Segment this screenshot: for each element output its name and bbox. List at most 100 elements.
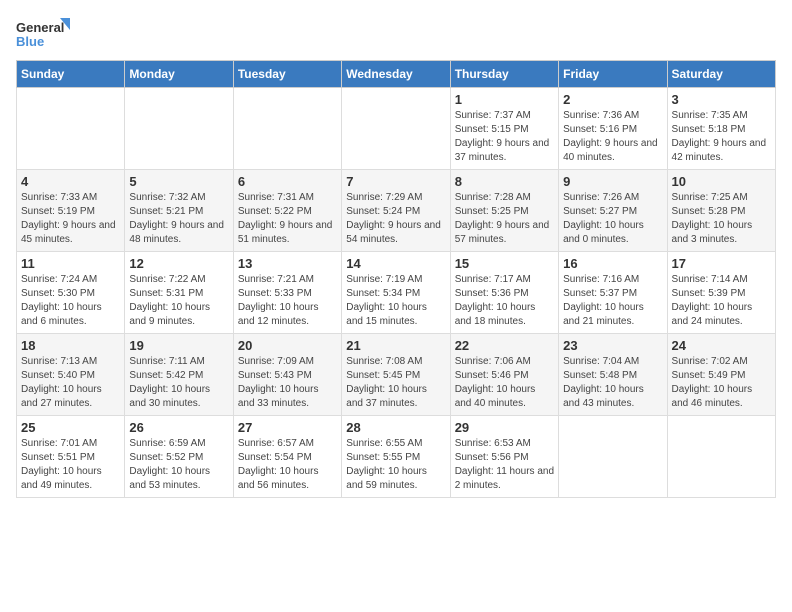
day-number: 3 bbox=[672, 92, 771, 107]
day-info: Sunrise: 6:55 AM Sunset: 5:55 PM Dayligh… bbox=[346, 437, 445, 493]
week-row-1: 1 Sunrise: 7:37 AM Sunset: 5:15 PM Daylig… bbox=[17, 88, 776, 170]
day-info: Sunrise: 7:08 AM Sunset: 5:45 PM Dayligh… bbox=[346, 355, 445, 411]
logo: General Blue bbox=[16, 16, 76, 52]
day-cell: 10Sunrise: 7:25 AM Sunset: 5:28 PM Dayli… bbox=[667, 170, 775, 252]
header-cell-tuesday: Tuesday bbox=[233, 61, 341, 88]
day-info: Sunrise: 7:24 AM Sunset: 5:30 PM Dayligh… bbox=[21, 273, 120, 329]
day-info: Sunrise: 7:13 AM Sunset: 5:40 PM Dayligh… bbox=[21, 355, 120, 411]
day-number: 24 bbox=[672, 338, 771, 353]
day-cell: 22 Sunrise: 7:06 AM Sunset: 5:46 PM Dayli… bbox=[450, 334, 558, 416]
day-info: Sunrise: 7:35 AM Sunset: 5:18 PM Dayligh… bbox=[672, 109, 771, 165]
day-cell: 1 Sunrise: 7:37 AM Sunset: 5:15 PM Daylig… bbox=[450, 88, 558, 170]
day-cell: 12 Sunrise: 7:22 AM Sunset: 5:31 PM Dayli… bbox=[125, 252, 233, 334]
day-info: Sunrise: 7:26 AM Sunset: 5:27 PM Dayligh… bbox=[563, 191, 662, 247]
day-info: Sunrise: 7:04 AM Sunset: 5:48 PM Dayligh… bbox=[563, 355, 662, 411]
day-cell: 21 Sunrise: 7:08 AM Sunset: 5:45 PM Dayli… bbox=[342, 334, 450, 416]
day-cell: 20 Sunrise: 7:09 AM Sunset: 5:43 PM Dayli… bbox=[233, 334, 341, 416]
day-cell bbox=[17, 88, 125, 170]
day-info: Sunrise: 7:14 AM Sunset: 5:39 PM Dayligh… bbox=[672, 273, 771, 329]
day-cell: 7 Sunrise: 7:29 AM Sunset: 5:24 PM Daylig… bbox=[342, 170, 450, 252]
day-info: Sunrise: 7:11 AM Sunset: 5:42 PM Dayligh… bbox=[129, 355, 228, 411]
day-cell: 6Sunrise: 7:31 AM Sunset: 5:22 PM Daylig… bbox=[233, 170, 341, 252]
day-number: 7 bbox=[346, 174, 445, 189]
day-info: Sunrise: 7:01 AM Sunset: 5:51 PM Dayligh… bbox=[21, 437, 120, 493]
day-info: Sunrise: 7:29 AM Sunset: 5:24 PM Dayligh… bbox=[346, 191, 445, 247]
day-number: 10 bbox=[672, 174, 771, 189]
day-info: Sunrise: 6:59 AM Sunset: 5:52 PM Dayligh… bbox=[129, 437, 228, 493]
day-cell: 11 Sunrise: 7:24 AM Sunset: 5:30 PM Dayli… bbox=[17, 252, 125, 334]
day-number: 11 bbox=[21, 256, 120, 271]
day-number: 5 bbox=[129, 174, 228, 189]
week-row-5: 25 Sunrise: 7:01 AM Sunset: 5:51 PM Dayli… bbox=[17, 416, 776, 498]
day-cell: 3 Sunrise: 7:35 AM Sunset: 5:18 PM Daylig… bbox=[667, 88, 775, 170]
day-cell bbox=[342, 88, 450, 170]
svg-text:General: General bbox=[16, 20, 64, 35]
day-info: Sunrise: 7:22 AM Sunset: 5:31 PM Dayligh… bbox=[129, 273, 228, 329]
day-cell: 28 Sunrise: 6:55 AM Sunset: 5:55 PM Dayli… bbox=[342, 416, 450, 498]
day-info: Sunrise: 7:06 AM Sunset: 5:46 PM Dayligh… bbox=[455, 355, 554, 411]
day-info: Sunrise: 7:28 AM Sunset: 5:25 PM Dayligh… bbox=[455, 191, 554, 247]
day-cell bbox=[559, 416, 667, 498]
day-cell: 4 Sunrise: 7:33 AM Sunset: 5:19 PM Daylig… bbox=[17, 170, 125, 252]
day-info: Sunrise: 7:09 AM Sunset: 5:43 PM Dayligh… bbox=[238, 355, 337, 411]
header-cell-saturday: Saturday bbox=[667, 61, 775, 88]
week-row-4: 18 Sunrise: 7:13 AM Sunset: 5:40 PM Dayli… bbox=[17, 334, 776, 416]
day-cell: 2Sunrise: 7:36 AM Sunset: 5:16 PM Daylig… bbox=[559, 88, 667, 170]
day-cell: 17 Sunrise: 7:14 AM Sunset: 5:39 PM Dayli… bbox=[667, 252, 775, 334]
day-info: Sunrise: 7:33 AM Sunset: 5:19 PM Dayligh… bbox=[21, 191, 120, 247]
day-info: Sunrise: 7:17 AM Sunset: 5:36 PM Dayligh… bbox=[455, 273, 554, 329]
day-info: Sunrise: 6:57 AM Sunset: 5:54 PM Dayligh… bbox=[238, 437, 337, 493]
calendar-body: 1 Sunrise: 7:37 AM Sunset: 5:15 PM Daylig… bbox=[17, 88, 776, 498]
day-number: 17 bbox=[672, 256, 771, 271]
day-cell: 29 Sunrise: 6:53 AM Sunset: 5:56 PM Dayli… bbox=[450, 416, 558, 498]
day-number: 1 bbox=[455, 92, 554, 107]
day-cell: 13 Sunrise: 7:21 AM Sunset: 5:33 PM Dayli… bbox=[233, 252, 341, 334]
day-cell: 9 Sunrise: 7:26 AM Sunset: 5:27 PM Daylig… bbox=[559, 170, 667, 252]
day-number: 4 bbox=[21, 174, 120, 189]
day-number: 26 bbox=[129, 420, 228, 435]
day-cell bbox=[233, 88, 341, 170]
day-number: 12 bbox=[129, 256, 228, 271]
day-info: Sunrise: 7:19 AM Sunset: 5:34 PM Dayligh… bbox=[346, 273, 445, 329]
day-number: 22 bbox=[455, 338, 554, 353]
day-info: Sunrise: 7:31 AM Sunset: 5:22 PM Dayligh… bbox=[238, 191, 337, 247]
week-row-3: 11 Sunrise: 7:24 AM Sunset: 5:30 PM Dayli… bbox=[17, 252, 776, 334]
day-cell: 27 Sunrise: 6:57 AM Sunset: 5:54 PM Dayli… bbox=[233, 416, 341, 498]
day-cell: 14 Sunrise: 7:19 AM Sunset: 5:34 PM Dayli… bbox=[342, 252, 450, 334]
day-cell: 19Sunrise: 7:11 AM Sunset: 5:42 PM Dayli… bbox=[125, 334, 233, 416]
day-number: 20 bbox=[238, 338, 337, 353]
day-info: Sunrise: 7:16 AM Sunset: 5:37 PM Dayligh… bbox=[563, 273, 662, 329]
header-cell-sunday: Sunday bbox=[17, 61, 125, 88]
day-cell: 25 Sunrise: 7:01 AM Sunset: 5:51 PM Dayli… bbox=[17, 416, 125, 498]
day-number: 29 bbox=[455, 420, 554, 435]
day-info: Sunrise: 7:37 AM Sunset: 5:15 PM Dayligh… bbox=[455, 109, 554, 165]
day-number: 27 bbox=[238, 420, 337, 435]
day-cell bbox=[125, 88, 233, 170]
day-cell: 5 Sunrise: 7:32 AM Sunset: 5:21 PM Daylig… bbox=[125, 170, 233, 252]
day-cell: 18 Sunrise: 7:13 AM Sunset: 5:40 PM Dayli… bbox=[17, 334, 125, 416]
day-number: 14 bbox=[346, 256, 445, 271]
day-number: 18 bbox=[21, 338, 120, 353]
header: General Blue bbox=[16, 16, 776, 52]
day-cell bbox=[667, 416, 775, 498]
day-number: 21 bbox=[346, 338, 445, 353]
day-number: 13 bbox=[238, 256, 337, 271]
day-info: Sunrise: 7:32 AM Sunset: 5:21 PM Dayligh… bbox=[129, 191, 228, 247]
day-number: 15 bbox=[455, 256, 554, 271]
day-number: 25 bbox=[21, 420, 120, 435]
calendar-header: SundayMondayTuesdayWednesdayThursdayFrid… bbox=[17, 61, 776, 88]
day-cell: 24Sunrise: 7:02 AM Sunset: 5:49 PM Dayli… bbox=[667, 334, 775, 416]
day-cell: 23 Sunrise: 7:04 AM Sunset: 5:48 PM Dayli… bbox=[559, 334, 667, 416]
calendar-table: SundayMondayTuesdayWednesdayThursdayFrid… bbox=[16, 60, 776, 498]
day-info: Sunrise: 6:53 AM Sunset: 5:56 PM Dayligh… bbox=[455, 437, 554, 493]
header-row: SundayMondayTuesdayWednesdayThursdayFrid… bbox=[17, 61, 776, 88]
day-cell: 16Sunrise: 7:16 AM Sunset: 5:37 PM Dayli… bbox=[559, 252, 667, 334]
day-number: 8 bbox=[455, 174, 554, 189]
header-cell-thursday: Thursday bbox=[450, 61, 558, 88]
day-number: 9 bbox=[563, 174, 662, 189]
header-cell-wednesday: Wednesday bbox=[342, 61, 450, 88]
day-info: Sunrise: 7:36 AM Sunset: 5:16 PM Dayligh… bbox=[563, 109, 662, 165]
day-number: 23 bbox=[563, 338, 662, 353]
day-number: 28 bbox=[346, 420, 445, 435]
day-info: Sunrise: 7:21 AM Sunset: 5:33 PM Dayligh… bbox=[238, 273, 337, 329]
